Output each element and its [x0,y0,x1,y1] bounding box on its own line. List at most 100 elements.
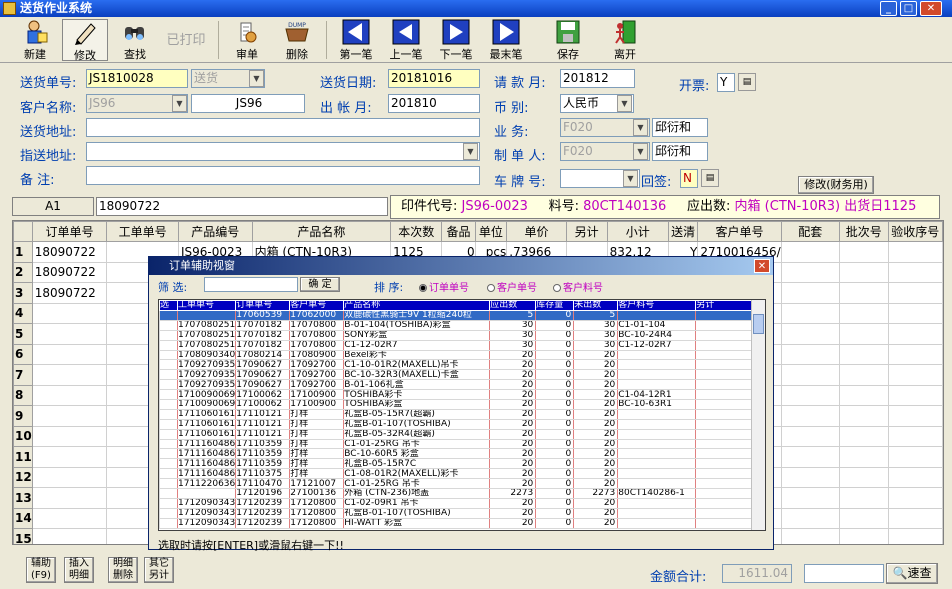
table-cell[interactable] [887,261,943,283]
address-field[interactable] [86,118,480,137]
table-cell[interactable] [780,466,840,488]
dialog-list-item[interactable]: 1711160486 17110375 打样 C1-08-01R2(MAXELL)彩卡… [159,468,753,480]
table-cell[interactable] [31,507,108,529]
table-cell[interactable] [838,528,889,544]
table-cell[interactable] [887,507,943,529]
lookup-icon[interactable]: ▤ [701,169,719,187]
table-cell[interactable] [780,282,840,304]
table-cell[interactable] [887,343,943,365]
table-cell[interactable] [838,343,889,365]
table-cell[interactable] [780,405,840,427]
table-cell[interactable] [838,487,889,509]
insert-detail-button[interactable]: 插入明细 [64,557,94,583]
delivery-date-field[interactable]: 20181016 [388,69,480,88]
table-cell[interactable] [780,241,840,263]
note-field[interactable] [86,166,480,185]
table-cell[interactable] [887,425,943,447]
modify-finance-button[interactable]: 修改(财务用) [798,176,874,194]
table-cell[interactable]: 18090722 [31,261,108,283]
table-cell[interactable] [31,425,108,447]
audit-button[interactable]: 审单 [224,19,270,61]
table-cell[interactable] [838,282,889,304]
printed-button[interactable]: 已打印 [160,19,212,61]
column-header[interactable]: 产品名称 [251,221,392,242]
table-cell[interactable] [780,384,840,406]
table-cell[interactable] [838,425,889,447]
table-cell[interactable] [780,261,840,283]
column-header[interactable]: 批次号 [838,221,889,242]
filter-input[interactable] [204,277,298,292]
table-cell[interactable] [31,405,108,427]
table-cell[interactable] [780,425,840,447]
dialog-list-item[interactable]: 1712090343 17120239 17120800 HI-WATT 彩盒 20 0 2… [159,517,753,529]
column-header[interactable]: 单价 [506,221,567,242]
table-cell[interactable] [31,466,108,488]
delete-detail-button[interactable]: 明细删除 [108,557,138,583]
chevron-down-icon[interactable]: ▼ [633,119,648,136]
dialog-list-item[interactable]: 1711060161 17110121 打样 礼盒B-05-32R4(超霸) 20 0 20 [159,428,753,440]
table-cell[interactable] [838,466,889,488]
sort-option-customer-order[interactable]: 客户单号 [487,279,537,294]
column-header[interactable]: 本次数 [390,221,443,242]
sign-field[interactable]: N [680,169,698,188]
table-cell[interactable] [780,364,840,386]
table-cell[interactable] [887,302,943,324]
column-header[interactable]: 备品 [441,221,476,242]
new-button[interactable]: 新建 [12,19,58,61]
column-header[interactable]: 配套 [780,221,840,242]
column-header[interactable]: 送清 [667,221,699,242]
table-cell[interactable] [31,487,108,509]
helper-button[interactable]: 辅助(F9) [26,557,56,583]
dialog-list-item[interactable]: 1712090343 17120239 17120800 C1-02-09R1 吊卡 2… [159,497,753,509]
column-header[interactable]: 单位 [474,221,508,242]
invoice-field[interactable]: Y [717,73,735,92]
scrollbar-thumb[interactable] [753,314,764,334]
dialog-list-item[interactable]: 1707080251 17070182 17070800 B-01-104(TOSHI… [159,319,753,331]
table-cell[interactable] [31,364,108,386]
close-button[interactable]: ✕ [920,1,942,16]
quick-search-button[interactable]: 🔍速查 [886,563,938,584]
table-cell[interactable] [838,302,889,324]
dialog-column-header[interactable]: 未出数 [573,300,619,311]
last-record-button[interactable]: 最末笔 [483,19,529,61]
sort-option-order[interactable]: 订单单号 [419,279,469,294]
column-header[interactable]: 小计 [606,221,669,242]
table-cell[interactable] [838,507,889,529]
column-header[interactable]: 订单单号 [31,221,108,242]
table-cell[interactable] [838,241,889,263]
minimize-button[interactable]: _ [880,1,897,16]
table-cell[interactable] [31,446,108,468]
exit-button[interactable]: 离开 [602,19,648,61]
table-cell[interactable] [887,384,943,406]
dialog-close-button[interactable]: ✕ [754,259,770,273]
dialog-list-item[interactable]: 1711160486 17110359 打样 礼盒B-05-15R7C 20 0 20 [159,458,753,470]
table-cell[interactable] [780,487,840,509]
table-cell[interactable] [780,302,840,324]
dialog-list-item[interactable]: 1710090069 17100062 17100900 TOSHIBA彩卡 20 0 20… [159,389,753,401]
table-cell[interactable] [838,261,889,283]
maximize-button[interactable]: □ [900,1,917,16]
table-cell[interactable] [887,282,943,304]
dialog-list-item[interactable]: 1708090340 17080214 17080900 Bexel彩卡 20 0 20 [159,349,753,361]
sort-option-customer-part[interactable]: 客户料号 [553,279,603,294]
first-record-button[interactable]: 第一笔 [333,19,379,61]
filter-confirm-button[interactable]: 确 定 [300,277,340,292]
chevron-down-icon[interactable]: ▼ [463,143,478,160]
other-extra-button[interactable]: 其它另计 [144,557,174,583]
prev-record-button[interactable]: 上一笔 [383,19,429,61]
quick-search-input[interactable] [804,564,884,583]
table-cell[interactable]: 18090722 [31,241,108,263]
table-cell[interactable] [887,323,943,345]
table-cell[interactable] [780,446,840,468]
dialog-order-grid[interactable]: 选工单单号 订单单号 客户单号 产品名称 应出数 库存量 未出数 客户料号 另计 1706053… [158,299,766,531]
dialog-column-header[interactable]: 订单单号 [235,300,291,311]
dialog-list-item[interactable]: 1711220636 17110470 17121007 C1-01-25RG 吊卡 2… [159,478,753,490]
request-month-field[interactable]: 201812 [560,69,635,88]
biz-name-field[interactable]: 邱衍和 [652,118,708,137]
table-cell[interactable] [887,528,943,544]
find-button[interactable]: 查找 [112,19,158,61]
table-cell[interactable] [780,343,840,365]
dialog-list-item[interactable]: 1711160486 17110359 打样 BC-10-60R5 彩盒 20 0 20 [159,448,753,460]
table-cell[interactable] [887,364,943,386]
table-cell[interactable] [780,507,840,529]
